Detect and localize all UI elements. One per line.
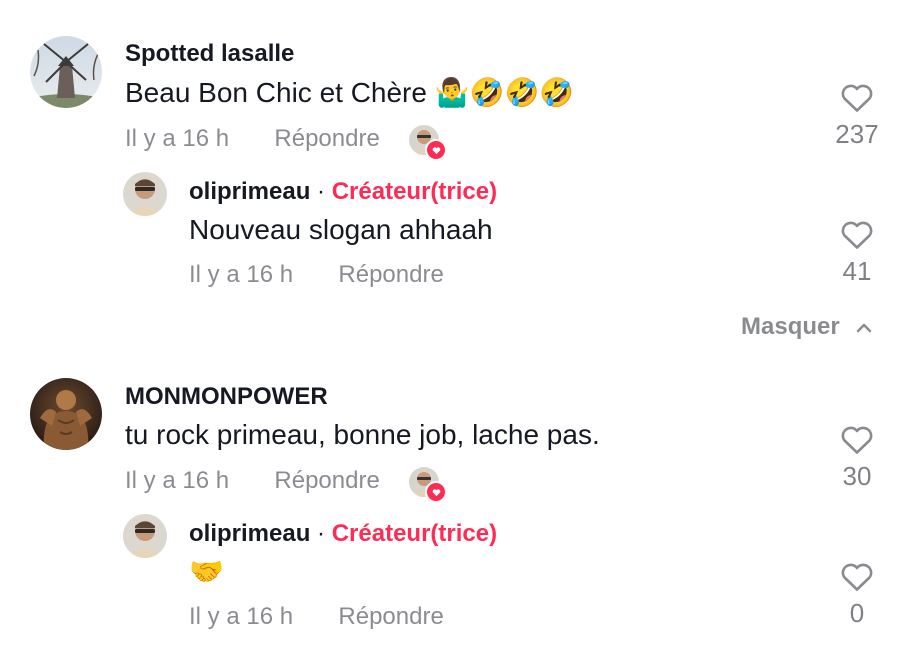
heart-filled-icon [425, 481, 447, 503]
heart-outline-icon[interactable] [840, 425, 874, 455]
like-column: 41 [817, 220, 897, 284]
comment-username[interactable]: MONMONPOWER [125, 385, 328, 409]
reply-timestamp: Il y a 16 h [189, 603, 294, 630]
reply-username[interactable]: oliprimeau [189, 520, 310, 547]
heart-filled-icon [425, 139, 447, 161]
hide-replies-button[interactable]: Masquer [741, 315, 872, 339]
like-column: 0 [817, 562, 897, 626]
chevron-up-icon [857, 323, 872, 332]
like-column: 237 [817, 83, 897, 147]
heart-outline-icon[interactable] [840, 83, 874, 113]
hide-replies-label: Masquer [741, 313, 840, 340]
heart-outline-icon[interactable] [840, 562, 874, 592]
avatar[interactable] [30, 378, 102, 450]
comment-timestamp: Il y a 16 h [125, 125, 230, 152]
heart-outline-icon[interactable] [840, 220, 874, 250]
reply-timestamp: Il y a 16 h [189, 261, 294, 288]
comment-meta: Il y a 16 h Répondre [125, 469, 380, 493]
avatar[interactable] [30, 36, 102, 108]
comment-text: tu rock primeau, bonne job, lache pas. [125, 419, 600, 450]
separator-dot: · [317, 520, 332, 547]
liked-by-creator-indicator [409, 467, 447, 503]
reply-header: oliprimeau · Créateur(trice) [189, 522, 497, 546]
creator-badge: Créateur(trice) [331, 178, 498, 205]
creator-badge: Créateur(trice) [331, 520, 498, 547]
like-column: 30 [817, 425, 897, 489]
liked-by-creator-indicator [409, 125, 447, 161]
reply-button[interactable]: Répondre [274, 467, 379, 494]
like-count: 41 [842, 256, 872, 286]
avatar[interactable] [123, 172, 167, 216]
reply-meta: Il y a 16 h Répondre [189, 263, 444, 287]
reply-button[interactable]: Répondre [274, 125, 379, 152]
like-count: 30 [842, 461, 872, 491]
reply-text: 🤝 [189, 555, 224, 588]
comment-meta: Il y a 16 h Répondre [125, 127, 380, 151]
reply-username[interactable]: oliprimeau [189, 178, 310, 205]
comment-timestamp: Il y a 16 h [125, 467, 230, 494]
reply-button[interactable]: Répondre [338, 261, 443, 288]
avatar[interactable] [123, 514, 167, 558]
separator-dot: · [317, 178, 332, 205]
like-count: 0 [849, 598, 865, 628]
comment-username[interactable]: Spotted lasalle [125, 42, 294, 66]
reply-text: Nouveau slogan ahhaah [189, 214, 493, 245]
reply-header: oliprimeau · Créateur(trice) [189, 180, 497, 204]
reply-button[interactable]: Répondre [338, 603, 443, 630]
comment-text: Beau Bon Chic et Chère 🤷‍♂️🤣🤣🤣 [125, 77, 575, 108]
like-count: 237 [835, 119, 879, 149]
reply-meta: Il y a 16 h Répondre [189, 605, 444, 629]
